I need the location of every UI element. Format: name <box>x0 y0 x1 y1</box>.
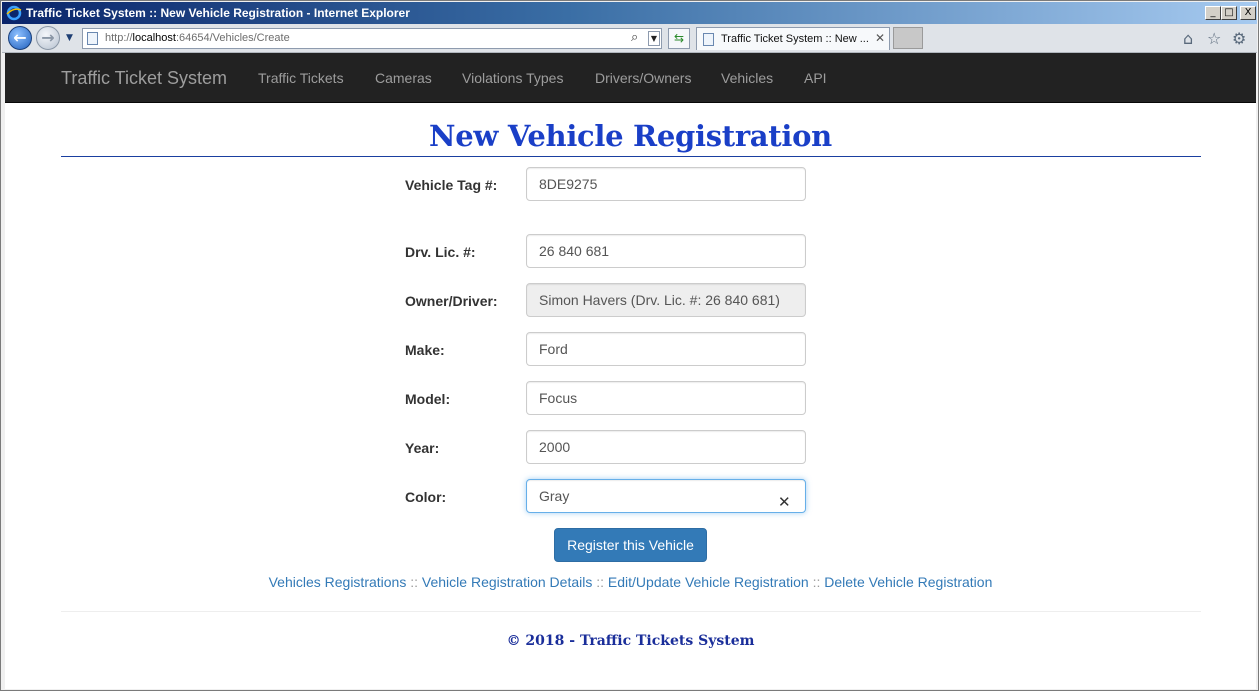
browser-tab[interactable]: Traffic Ticket System :: New ... ✕ <box>696 27 890 50</box>
home-icon[interactable]: ⌂ <box>1183 29 1193 48</box>
nav-link-vehicles[interactable]: Vehicles <box>721 70 773 86</box>
back-icon: ← <box>13 28 27 47</box>
site-navbar: Traffic Ticket System Traffic Tickets Ca… <box>5 53 1256 103</box>
web-page: Traffic Ticket System Traffic Tickets Ca… <box>5 53 1256 689</box>
page-icon <box>87 32 98 45</box>
address-bar[interactable]: http://localhost:64654/Vehicles/Create ⌕… <box>82 28 662 49</box>
vehicle-tag-input[interactable]: 8DE9275 <box>526 167 806 201</box>
refresh-icon: ⇆ <box>673 31 685 45</box>
footer-divider <box>61 611 1201 612</box>
make-input[interactable]: Ford <box>526 332 806 366</box>
drivers-license-label: Drv. Lic. #: <box>405 244 476 260</box>
related-links: Vehicles Registrations :: Vehicle Regist… <box>5 574 1256 590</box>
link-separator: :: <box>410 574 419 590</box>
refresh-button[interactable]: ⇆ <box>668 28 690 49</box>
register-vehicle-button[interactable]: Register this Vehicle <box>554 528 707 562</box>
nav-link-violations-types[interactable]: Violations Types <box>462 70 563 86</box>
owner-driver-field: Simon Havers (Drv. Lic. #: 26 840 681) <box>526 283 806 317</box>
search-icon[interactable]: ⌕ <box>631 30 638 45</box>
clear-input-icon[interactable]: ✕ <box>778 493 791 511</box>
link-vehicle-registration-details[interactable]: Vehicle Registration Details <box>422 574 592 590</box>
color-input[interactable]: Gray <box>526 479 806 513</box>
model-input[interactable]: Focus <box>526 381 806 415</box>
back-button[interactable]: ← <box>8 26 32 50</box>
forward-button[interactable]: → <box>36 26 60 50</box>
favorites-star-icon[interactable]: ☆ <box>1207 29 1221 48</box>
model-label: Model: <box>405 391 451 407</box>
history-dropdown-icon[interactable]: ▼ <box>66 33 73 43</box>
close-window-button[interactable]: X <box>1240 6 1256 20</box>
footer-copyright: © 2018 - Traffic Tickets System <box>506 633 755 649</box>
window-title: Traffic Ticket System :: New Vehicle Reg… <box>26 6 410 20</box>
settings-gear-icon[interactable]: ⚙ <box>1232 29 1246 48</box>
navbar-brand[interactable]: Traffic Ticket System <box>61 68 227 89</box>
year-label: Year: <box>405 440 440 456</box>
vehicle-tag-label: Vehicle Tag #: <box>405 177 498 193</box>
make-label: Make: <box>405 342 445 358</box>
tab-label: Traffic Ticket System :: New ... <box>721 33 869 45</box>
address-dropdown-icon[interactable]: ▼ <box>648 31 660 46</box>
color-label: Color: <box>405 489 447 505</box>
nav-link-traffic-tickets[interactable]: Traffic Tickets <box>258 70 344 86</box>
minimize-button[interactable]: _ <box>1205 6 1221 20</box>
nav-link-drivers-owners[interactable]: Drivers/Owners <box>595 70 691 86</box>
new-tab-button[interactable] <box>893 27 923 49</box>
year-input[interactable]: 2000 <box>526 430 806 464</box>
browser-window: Traffic Ticket System :: New Vehicle Reg… <box>0 0 1259 691</box>
link-separator: :: <box>812 574 821 590</box>
browser-toolbar: ← → ▼ http://localhost:64654/Vehicles/Cr… <box>2 24 1257 53</box>
link-edit-vehicle-registration[interactable]: Edit/Update Vehicle Registration <box>608 574 809 590</box>
drivers-license-input[interactable]: 26 840 681 <box>526 234 806 268</box>
maximize-button[interactable]: □ <box>1221 6 1237 20</box>
link-separator: :: <box>596 574 605 590</box>
nav-link-cameras[interactable]: Cameras <box>375 70 432 86</box>
title-divider <box>61 156 1201 157</box>
internet-explorer-icon <box>6 5 22 21</box>
link-vehicles-registrations[interactable]: Vehicles Registrations <box>269 574 407 590</box>
tab-close-icon[interactable]: ✕ <box>875 31 885 45</box>
nav-link-api[interactable]: API <box>804 70 827 86</box>
link-delete-vehicle-registration[interactable]: Delete Vehicle Registration <box>824 574 992 590</box>
url-text[interactable]: http://localhost:64654/Vehicles/Create <box>105 32 290 44</box>
forward-icon: → <box>41 28 55 47</box>
page-title: New Vehicle Registration <box>429 119 832 153</box>
owner-driver-label: Owner/Driver: <box>405 293 498 309</box>
tab-page-icon <box>703 33 714 46</box>
title-bar: Traffic Ticket System :: New Vehicle Reg… <box>2 2 1257 24</box>
